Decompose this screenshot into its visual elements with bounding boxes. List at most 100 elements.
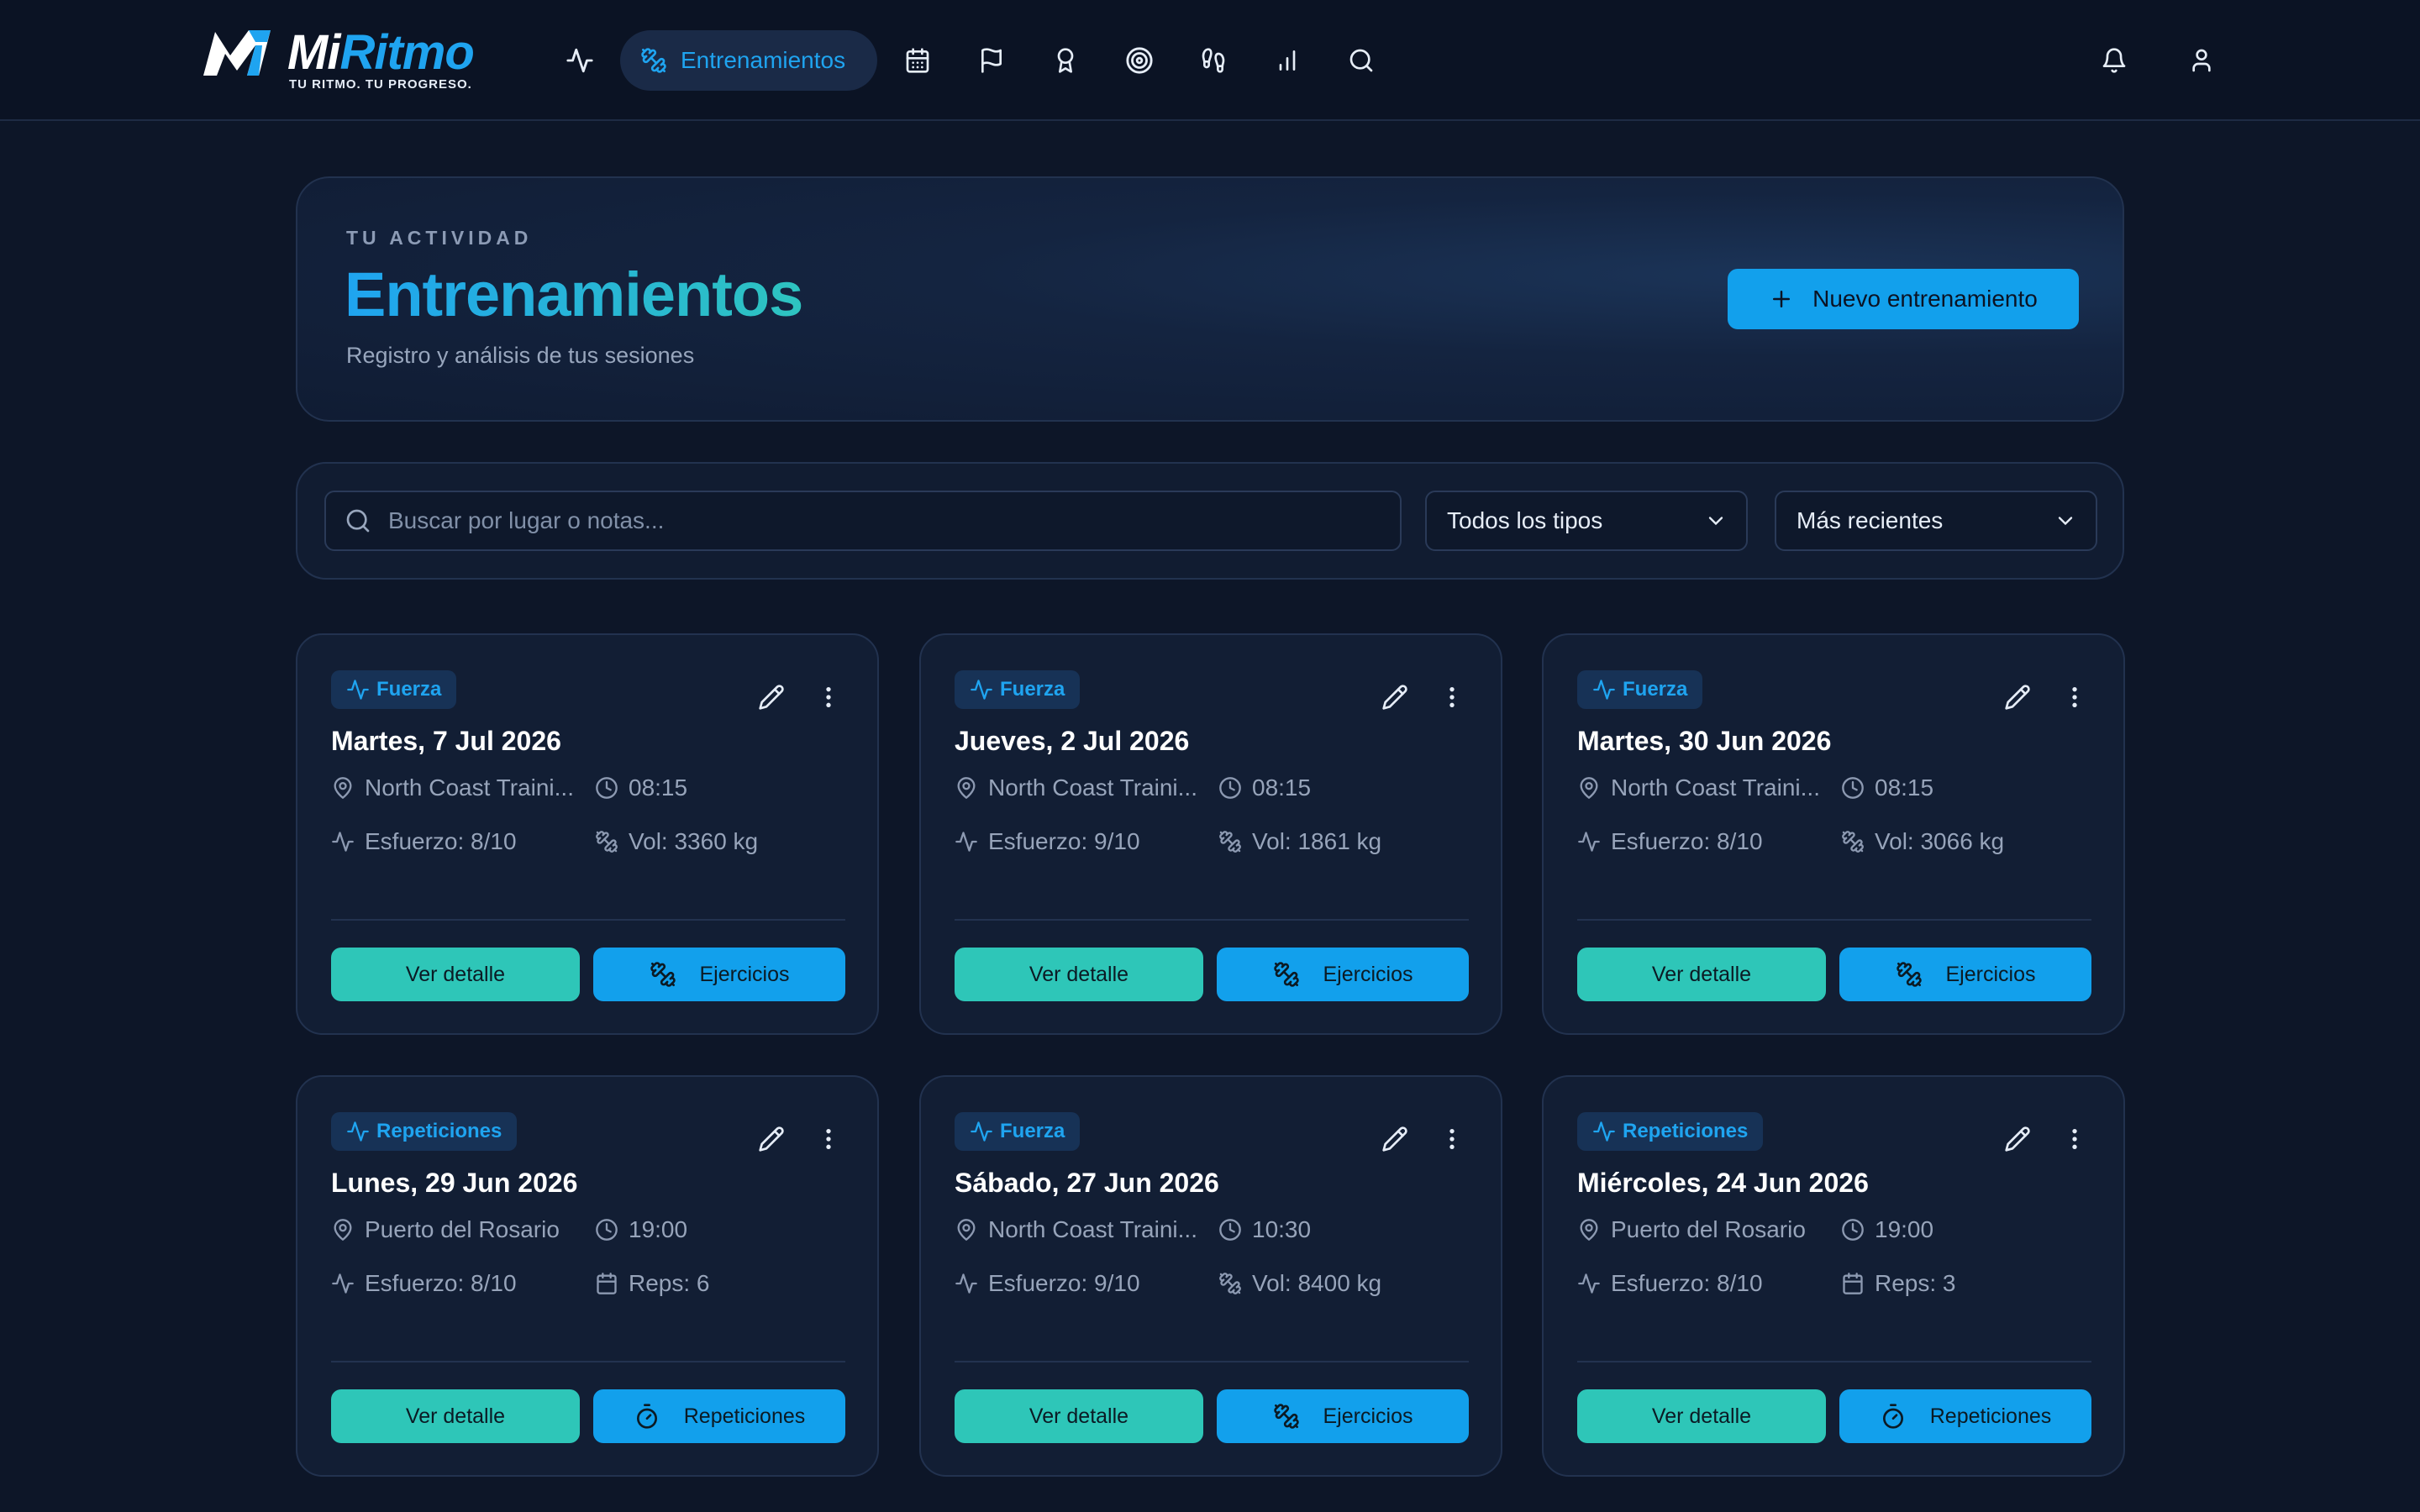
dumbbell-icon — [1219, 1273, 1241, 1294]
workout-time: 08:15 — [1841, 774, 1933, 801]
pencil-icon — [759, 685, 784, 710]
search-field[interactable] — [324, 491, 1402, 551]
activity-icon — [332, 1273, 354, 1294]
more-vertical-icon — [1449, 687, 1455, 707]
notifications-button[interactable] — [2096, 42, 2133, 79]
workout-location-text: North Coast Traini... — [988, 774, 1197, 801]
more-options-button[interactable] — [2058, 1122, 2091, 1156]
workout-date: Miércoles, 24 Jun 2026 — [1577, 1168, 1869, 1198]
workout-card: Repeticiones Lunes, 29 Jun 2026 Puerto d… — [296, 1075, 879, 1477]
more-options-button[interactable] — [2058, 680, 2091, 714]
workout-date: Jueves, 2 Jul 2026 — [955, 726, 1190, 756]
nav-stats[interactable] — [1269, 42, 1306, 79]
activity-icon — [1593, 1121, 1615, 1142]
edit-button[interactable] — [1378, 680, 1412, 714]
timer-icon — [636, 1404, 657, 1429]
search-input[interactable] — [388, 507, 1380, 534]
view-detail-button[interactable]: Ver detalle — [955, 1389, 1203, 1443]
workout-time: 08:15 — [1218, 774, 1311, 801]
activity-icon — [1578, 1273, 1600, 1294]
workout-metric-text: Vol: 3066 kg — [1875, 828, 2005, 854]
edit-button[interactable] — [2001, 1122, 2034, 1156]
workout-date: Lunes, 29 Jun 2026 — [331, 1168, 578, 1198]
nav-achievements[interactable] — [1047, 42, 1084, 79]
activity-icon — [971, 680, 992, 700]
nav-steps[interactable] — [1195, 42, 1232, 79]
page-title: Entrenamientos — [345, 260, 803, 329]
nav-goals[interactable] — [973, 42, 1010, 79]
exercises-button[interactable]: Ejercicios — [593, 948, 845, 1001]
bar-chart-icon — [1279, 50, 1296, 71]
workout-location-text: Puerto del Rosario — [365, 1216, 560, 1242]
view-detail-button[interactable]: Ver detalle — [331, 948, 580, 1001]
repetitions-button[interactable]: Repeticiones — [1839, 1389, 2091, 1443]
nav-activity[interactable] — [561, 42, 598, 79]
view-detail-label: Ver detalle — [1651, 962, 1752, 986]
workout-metric: Vol: 8400 kg — [1218, 1270, 1381, 1297]
nav-search[interactable] — [1343, 42, 1380, 79]
workout-time: 19:00 — [595, 1216, 687, 1243]
profile-button[interactable] — [2183, 42, 2220, 79]
workout-type-label: Fuerza — [376, 678, 442, 701]
workout-card: Fuerza Martes, 30 Jun 2026 North Coast T… — [1542, 633, 2125, 1035]
edit-button[interactable] — [755, 680, 788, 714]
view-detail-button[interactable]: Ver detalle — [1577, 1389, 1826, 1443]
nav-workouts[interactable]: Entrenamientos — [620, 30, 877, 91]
workout-date: Martes, 30 Jun 2026 — [1577, 726, 1832, 756]
map-pin-icon — [957, 1219, 976, 1241]
workout-location-text: North Coast Traini... — [988, 1216, 1197, 1242]
workout-effort: Esfuerzo: 8/10 — [1577, 828, 1763, 855]
secondary-button-label: Ejercicios — [1945, 962, 2036, 986]
view-detail-button[interactable]: Ver detalle — [955, 948, 1203, 1001]
more-options-button[interactable] — [1435, 680, 1469, 714]
more-options-button[interactable] — [812, 1122, 845, 1156]
view-detail-button[interactable]: Ver detalle — [331, 1389, 580, 1443]
page-subtitle: Registro y análisis de tus sesiones — [346, 343, 695, 368]
workout-time-text: 10:30 — [1252, 1216, 1312, 1242]
secondary-button-label: Ejercicios — [1323, 1404, 1413, 1428]
card-divider — [1577, 919, 2091, 921]
secondary-button-label: Repeticiones — [1929, 1404, 2052, 1428]
workout-location: North Coast Traini... — [331, 774, 574, 801]
more-options-button[interactable] — [1435, 1122, 1469, 1156]
workout-metric: Reps: 6 — [595, 1270, 710, 1297]
workout-location-text: North Coast Traini... — [1611, 774, 1820, 801]
card-divider — [955, 1361, 1469, 1362]
edit-button[interactable] — [1378, 1122, 1412, 1156]
workout-type-badge: Fuerza — [1577, 670, 1703, 709]
flag-icon — [981, 48, 1002, 73]
repetitions-button[interactable]: Repeticiones — [593, 1389, 845, 1443]
sort-select[interactable]: Más recientes — [1775, 491, 2097, 551]
new-workout-button[interactable]: Nuevo entrenamiento — [1728, 269, 2079, 329]
nav-calendar[interactable] — [899, 42, 936, 79]
nav-targets[interactable] — [1121, 42, 1158, 79]
exercises-button[interactable]: Ejercicios — [1839, 948, 2091, 1001]
workout-metric: Vol: 1861 kg — [1218, 828, 1381, 855]
view-detail-label: Ver detalle — [1028, 1404, 1129, 1428]
activity-icon — [347, 1121, 369, 1142]
brand-logo[interactable]: MiRitmo TU RITMO. TU PROGRESO. — [200, 24, 502, 94]
edit-button[interactable] — [755, 1122, 788, 1156]
search-icon — [1349, 49, 1373, 72]
edit-button[interactable] — [2001, 680, 2034, 714]
workout-time: 19:00 — [1841, 1216, 1933, 1243]
top-navbar: MiRitmo TU RITMO. TU PROGRESO. Entrenami… — [0, 0, 2420, 121]
card-divider — [331, 1361, 845, 1362]
more-options-button[interactable] — [812, 680, 845, 714]
type-select[interactable]: Todos los tipos — [1425, 491, 1748, 551]
pencil-icon — [2005, 685, 2030, 710]
activity-icon — [955, 832, 977, 852]
footprints-icon — [1202, 48, 1225, 73]
map-pin-icon — [1580, 1219, 1598, 1241]
activity-icon — [955, 1273, 977, 1294]
brand-name: MiRitmo — [287, 25, 475, 80]
workout-date: Sábado, 27 Jun 2026 — [955, 1168, 1219, 1198]
activity-icon — [971, 1121, 992, 1142]
exercises-button[interactable]: Ejercicios — [1217, 1389, 1469, 1443]
search-icon — [346, 509, 370, 533]
exercises-button[interactable]: Ejercicios — [1217, 948, 1469, 1001]
workout-effort-text: Esfuerzo: 8/10 — [1611, 1270, 1763, 1296]
view-detail-button[interactable]: Ver detalle — [1577, 948, 1826, 1001]
pencil-icon — [1382, 1126, 1407, 1152]
card-divider — [1577, 1361, 2091, 1362]
